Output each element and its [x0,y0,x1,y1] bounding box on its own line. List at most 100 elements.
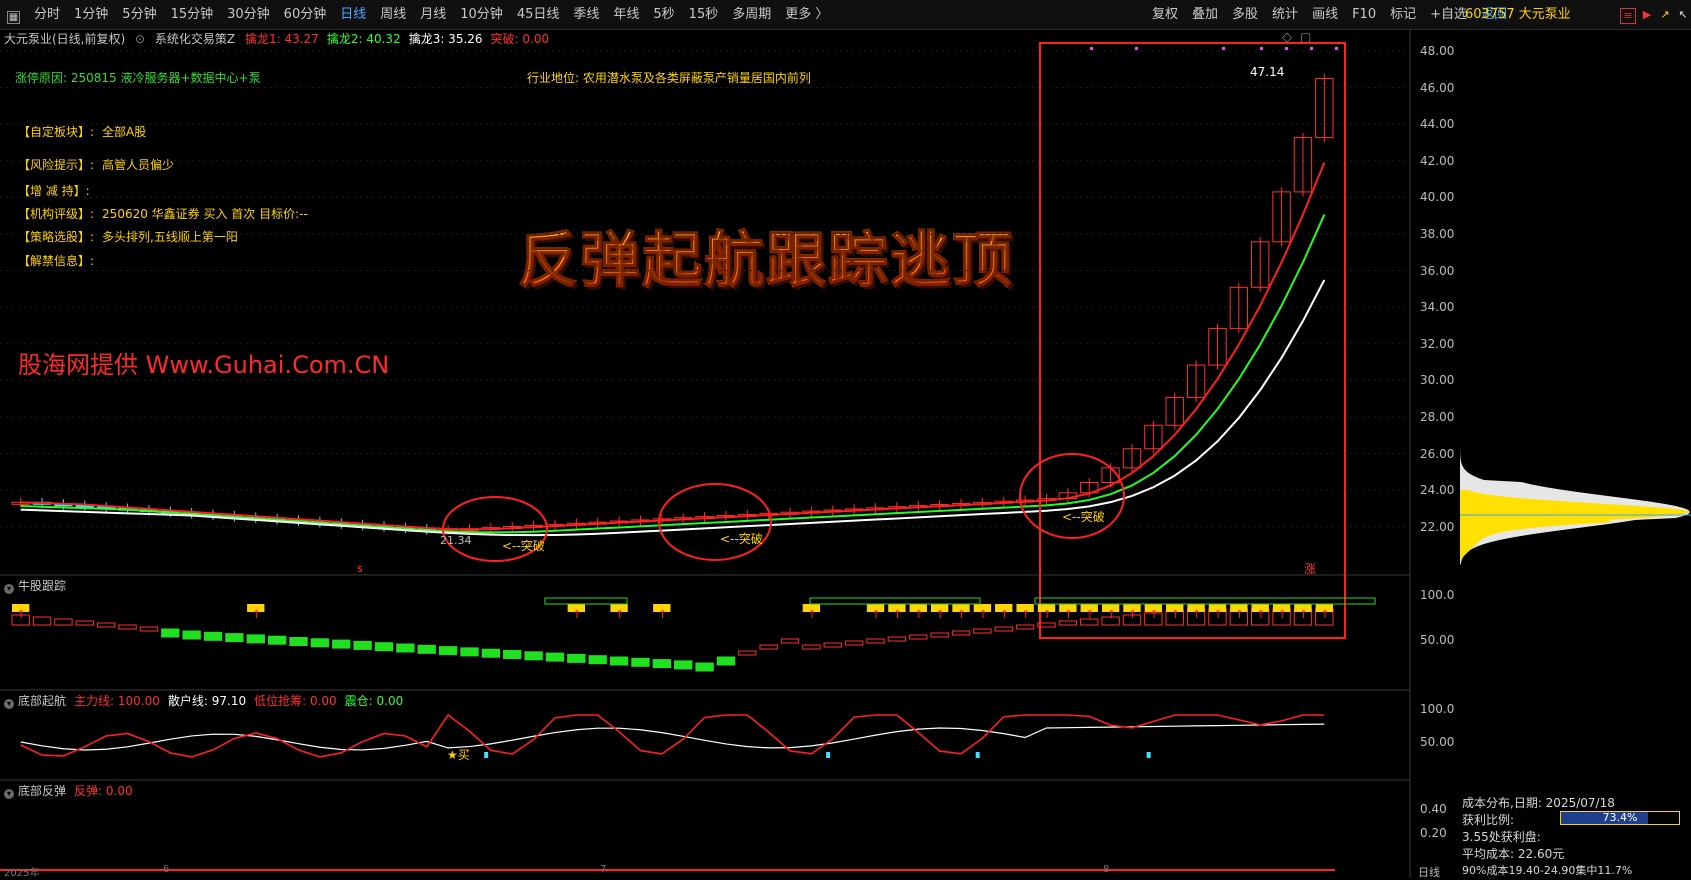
breakout-label-2: <--突破 [720,532,763,546]
niu-block [75,620,94,626]
ma-line-green [20,214,1326,534]
qihang-cyan [484,752,489,758]
niu-block [802,644,821,650]
top-dot [1090,47,1093,50]
niu-block [951,630,971,636]
niu-green-frame [1034,597,1376,605]
niu-arrow: ↑ [1299,608,1308,621]
niu-green-frame [809,597,981,605]
price-low-label: 21.34 [440,534,472,547]
niu-block [374,642,394,652]
ft-axis-040: 0.40 [1420,802,1447,816]
niu-block [973,628,992,634]
qh-axis-100: 100.0 [1420,702,1455,716]
niu-block [139,626,159,632]
axis-year: 2025年 [4,868,40,879]
niu-arrow: ↑ [893,608,902,621]
price-axis-tick: 48.00 [1420,44,1455,58]
niu-block [310,638,330,648]
qihang-cyan [975,752,980,758]
buy-marker: ★买 [447,748,470,762]
panel-toggle-icon[interactable]: ▾ [4,789,14,799]
niu-arrow: ↑ [615,608,624,621]
niu-arrow: ↑ [807,608,816,621]
panel-qihang-title: ▾ 底部起航 主力线: 100.00 散户线: 97.10 低位抢筹: 0.00 震仓: … [4,692,411,709]
niu-block [695,662,714,672]
panel-toggle-icon[interactable]: ▾ [4,699,14,709]
niu-block [759,644,778,650]
profit-line: 3.55处获利盘: [1462,830,1541,844]
price-axis-tick: 44.00 [1420,117,1455,132]
niu-arrow: ↑ [1107,608,1116,621]
chip-date: 成本分布,日期: 2025/07/18 [1462,796,1615,810]
ft-axis-020: 0.20 [1420,826,1447,840]
niu-arrow: ↑ [957,608,966,621]
niu-arrow: ↑ [1171,608,1180,621]
niu-arrow: ↑ [1000,608,1009,621]
price-axis-tick: 34.00 [1420,300,1455,315]
niu-block [780,638,800,644]
price-axis-tick: 24.00 [1420,483,1455,498]
niu-block [588,655,607,665]
top-dot [1310,47,1313,50]
niu-arrow: ↑ [658,608,667,621]
panel-toggle-icon[interactable]: ▾ [4,584,14,594]
niu-block [545,652,565,662]
niu-block [674,660,693,670]
price-axis-tick: 36.00 [1420,263,1455,278]
indicator-value: 散户线: 97.10 [167,694,247,708]
niu-arrow: ↑ [17,608,26,621]
niu-block [396,643,415,653]
zhuli-line [20,713,1325,758]
indicator-value: 反弹: 0.00 [74,784,133,798]
niu-block [524,651,543,661]
niu-block [267,635,287,645]
circle-marker [1019,453,1125,539]
niu-block [96,622,116,628]
niu-arrow: ↑ [914,608,923,621]
niu-block [909,634,928,640]
niu-block [353,640,372,650]
niu-block [823,642,842,648]
avg-cost: 平均成本: 22.60元 [1462,847,1565,861]
niu-block [417,644,436,654]
rise-marker: 涨 [1304,562,1317,576]
top-dot [1135,47,1138,50]
panel-niu-title: ▾ 牛股跟踪 [4,577,66,594]
niu-block [32,616,52,626]
niu-arrow: ↑ [1192,608,1201,621]
niu-block [567,653,586,663]
niu-arrow: ↑ [1149,608,1158,621]
niu-block [481,648,501,658]
top-dot [1335,47,1338,50]
niu-block [460,647,479,657]
niu-block [930,632,949,638]
niu-block [887,636,907,642]
s-marker: s [357,562,363,575]
niu-axis-100: 100.0 [1420,588,1455,602]
niu-block [225,633,244,643]
qihang-cyan [1146,752,1151,758]
niu-block [332,639,351,649]
niu-block [609,656,629,666]
niu-arrow: ↑ [252,608,261,621]
indicator-value: 主力线: 100.00 [74,694,160,708]
ma-line-red [20,162,1326,531]
niu-arrow: ↑ [1213,608,1222,621]
niu-arrow: ↑ [1278,608,1287,621]
profit-value: 73.4% [1602,811,1638,824]
niu-block [246,634,265,644]
niu-green-frame [544,597,628,605]
axis-month-7: 7 [600,864,607,875]
niu-arrow: ↑ [1320,608,1329,621]
niu-arrow: ↑ [1042,608,1051,621]
axis-month-6: 6 [163,864,170,875]
price-axis-tick: 30.00 [1420,373,1455,388]
price-high-label: 47.14 [1250,65,1285,79]
niu-arrow: ↑ [936,608,945,621]
niu-block [844,640,864,646]
niu-arrow: ↑ [1128,608,1137,621]
top-dot [1285,47,1288,50]
indicator-value: 震仓: 0.00 [344,694,404,708]
top-dot [1222,47,1225,50]
